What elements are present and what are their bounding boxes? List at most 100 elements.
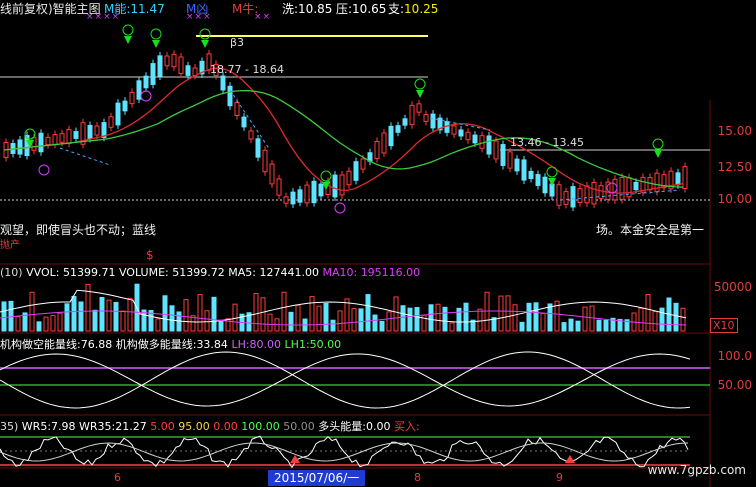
- volume-bars: [0, 283, 687, 332]
- header-item-ya: 压:10.65: [336, 2, 387, 16]
- volume-bar: [498, 295, 504, 332]
- volume-bar: [197, 294, 203, 332]
- volume-bar: [673, 302, 679, 332]
- volume-bar: [253, 293, 259, 332]
- candle-body: [682, 166, 688, 190]
- watermark: www.7gpzb.com: [647, 463, 746, 477]
- header-item-zhi: 支:10.25: [388, 2, 439, 16]
- volume-bar: [169, 305, 175, 332]
- volume-bar: [442, 306, 448, 332]
- candle-body: [388, 125, 394, 147]
- volume-bar: [36, 321, 42, 332]
- volume-bar: [316, 305, 322, 332]
- candle-body: [283, 196, 289, 204]
- candlestick-series: [3, 49, 688, 211]
- candle-body: [290, 191, 296, 205]
- candle-body: [395, 125, 401, 133]
- signal-circle-magenta-icon: [140, 90, 152, 102]
- candle-body: [633, 181, 639, 191]
- candle-body: [31, 137, 37, 151]
- volume-bar: [533, 302, 539, 332]
- volume-bar: [386, 311, 392, 332]
- volume-bar: [582, 306, 588, 332]
- candle-body: [360, 158, 366, 170]
- header-marks-1: ××××: [86, 12, 121, 22]
- candle-body: [17, 139, 23, 155]
- candle-body: [409, 104, 415, 126]
- buy-arrow-icon: [201, 40, 209, 48]
- volume-bar: [659, 307, 665, 332]
- candle-body: [465, 131, 471, 141]
- signal-circle-magenta-icon: [38, 164, 50, 176]
- candle-body: [255, 138, 261, 158]
- wr5-line: [0, 435, 689, 469]
- volume-bar: [400, 305, 406, 332]
- candle-body: [129, 91, 135, 105]
- candle-body: [66, 129, 72, 144]
- candle-body: [619, 176, 625, 200]
- volume-bar: [414, 307, 420, 332]
- volume-bar: [435, 303, 441, 332]
- buy-arrow-icon: [124, 36, 132, 44]
- candle-body: [304, 184, 310, 204]
- candle-body: [227, 85, 233, 107]
- buy-arrow-icon: [548, 178, 556, 186]
- volume-bar: [449, 322, 455, 332]
- volume-bar: [260, 297, 266, 332]
- signal-circle-icon: [652, 138, 664, 150]
- range-label-top: 18.77 - 18.64: [210, 63, 284, 76]
- volume-bar: [603, 319, 609, 332]
- volume-bar: [155, 318, 161, 332]
- candle-body: [234, 101, 240, 117]
- energy-panel-header: 机构做空能量线:76.88 机构做多能量线:33.84 LH:80.00 LH1…: [0, 338, 342, 351]
- advice-text-left-2: 抛产: [0, 240, 20, 251]
- volume-bar: [568, 318, 574, 332]
- candle-body: [416, 103, 422, 113]
- advice-text-right: 场。本金安全是第一: [596, 223, 705, 237]
- volume-bar: [519, 321, 525, 332]
- candle-body: [136, 80, 142, 100]
- volume-bar: [638, 307, 644, 332]
- header-item-xi: 洗:10.85: [282, 2, 333, 16]
- candle-body: [514, 158, 520, 172]
- candle-body: [311, 180, 317, 204]
- chart-canvas: [0, 24, 711, 487]
- wr-buy-triangle-icon: [565, 455, 575, 463]
- candle-body: [423, 114, 429, 122]
- candle-body: [563, 191, 569, 205]
- energy-y-label-100: 100.0: [717, 349, 752, 363]
- volume-bar: [92, 309, 98, 332]
- candle-body: [143, 75, 149, 89]
- volume-bar: [71, 295, 77, 332]
- buy-arrow-icon: [416, 90, 424, 98]
- candle-body: [402, 118, 408, 126]
- candle-body: [276, 178, 282, 196]
- volume-bar: [323, 302, 329, 332]
- price-label-12-5: 12.50: [717, 160, 752, 174]
- candle-body: [591, 181, 597, 205]
- volume-bar: [337, 310, 343, 332]
- volume-bar: [225, 318, 231, 332]
- volume-bar: [407, 307, 413, 332]
- candle-body: [115, 102, 121, 126]
- volume-bar: [267, 313, 273, 332]
- candle-body: [73, 131, 79, 139]
- candle-body: [535, 174, 541, 186]
- volume-bar: [561, 322, 567, 332]
- header-marks-2: ×××: [186, 12, 212, 22]
- stock-chart-window: 线前复权)智能主图 M能:11.47 M凶 M牛: 洗:10.85 压:10.6…: [0, 0, 756, 487]
- volume-bar: [64, 303, 70, 332]
- volume-bar: [365, 294, 371, 332]
- b3-label: β3: [230, 36, 245, 49]
- signal-circle-icon: [199, 28, 211, 40]
- candle-body: [164, 55, 170, 67]
- candle-body: [479, 135, 485, 149]
- energy-y-label-50: 50.00: [717, 378, 752, 392]
- candle-body: [500, 144, 506, 166]
- volume-bar: [540, 312, 546, 332]
- advice-text-left: 观望，即使冒头也不动；蓝线: [0, 223, 157, 237]
- candle-body: [108, 116, 114, 128]
- volume-y-label: 50000: [713, 280, 752, 294]
- candle-body: [150, 63, 156, 85]
- range-label-mid: 13.46 - 13.45: [510, 136, 584, 149]
